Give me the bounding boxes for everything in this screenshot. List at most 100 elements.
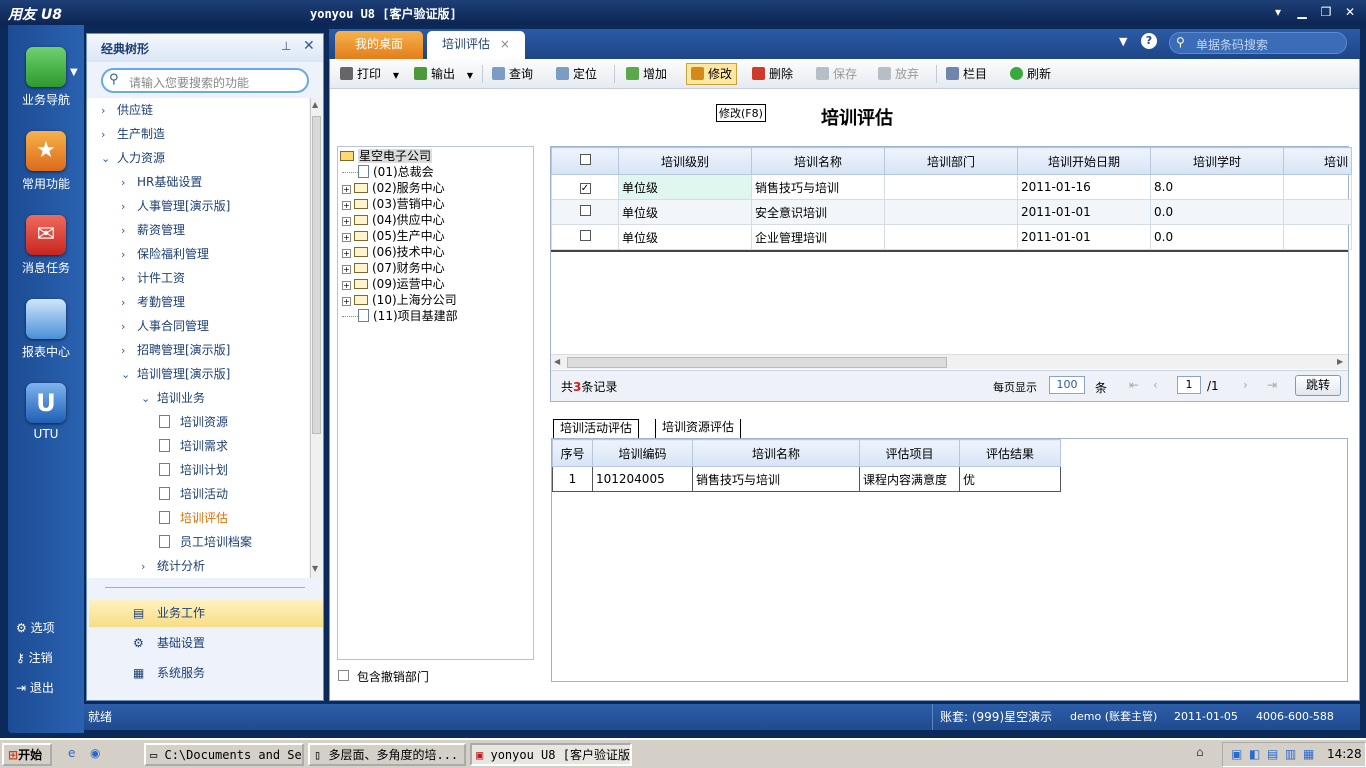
- scroll-down-icon[interactable]: ▼: [312, 564, 321, 573]
- chevron-down-icon[interactable]: ▼: [70, 67, 78, 78]
- table-cell[interactable]: 企业管理培训: [751, 224, 885, 250]
- table-cell[interactable]: 2011-01-01: [1017, 224, 1151, 250]
- table-cell[interactable]: 101204005: [592, 466, 693, 492]
- table-row[interactable]: 单位级 安全意识培训 2011-01-01 0.0: [551, 199, 1352, 225]
- export-button[interactable]: 输出 ▼: [414, 66, 473, 84]
- org-node[interactable]: + (04)供应中心: [342, 212, 445, 228]
- org-node[interactable]: (11)项目基建部: [342, 308, 458, 324]
- column-header[interactable]: 培训级别: [618, 147, 752, 175]
- org-root[interactable]: 星空电子公司: [340, 148, 433, 164]
- delete-button[interactable]: 删除: [752, 66, 793, 84]
- scroll-thumb[interactable]: [312, 116, 321, 434]
- expand-plus-icon[interactable]: +: [342, 265, 351, 274]
- tree-item[interactable]: › 生产制造: [101, 122, 165, 146]
- column-header[interactable]: 培训编码: [592, 439, 693, 467]
- taskbar-u8[interactable]: ▣ yonyou U8 [客户验证版]: [470, 743, 632, 766]
- tree-item[interactable]: › 薪资管理: [121, 218, 185, 242]
- tree-item[interactable]: › 考勤管理: [121, 290, 185, 314]
- row-select-cell[interactable]: ✓: [551, 174, 619, 200]
- select-all-header[interactable]: [551, 147, 619, 175]
- horizontal-scrollbar[interactable]: ◀ ▶: [551, 354, 1348, 369]
- first-page-icon[interactable]: ⇤: [1129, 378, 1139, 392]
- tree-item[interactable]: ⌄ 人力资源: [101, 146, 165, 170]
- logout-button[interactable]: ⚷ 注销: [16, 649, 53, 666]
- group-business-work[interactable]: ▤ 业务工作: [89, 599, 323, 627]
- expand-plus-icon[interactable]: +: [342, 281, 351, 290]
- table-cell[interactable]: [884, 224, 1018, 250]
- org-node[interactable]: + (09)运营中心: [342, 276, 445, 292]
- tree-item[interactable]: › 招聘管理[演示版]: [121, 338, 230, 362]
- refresh-button[interactable]: 刷新: [1010, 66, 1051, 84]
- ie-icon[interactable]: e: [68, 746, 75, 760]
- table-cell[interactable]: 课程内容满意度: [859, 466, 960, 492]
- tree-item[interactable]: ⌄ 培训管理[演示版]: [121, 362, 230, 386]
- include-cancelled-checkbox[interactable]: 包含撤销部门: [338, 668, 429, 685]
- tray-network-icon[interactable]: ▣: [1231, 747, 1242, 761]
- org-node[interactable]: + (05)生产中心: [342, 228, 445, 244]
- chevron-down-icon[interactable]: ▼: [467, 71, 473, 80]
- minimize-button[interactable]: ▁: [1292, 3, 1312, 21]
- table-cell[interactable]: 0.0: [1150, 224, 1284, 250]
- nav-reports[interactable]: 报表中心: [8, 299, 84, 360]
- row-checkbox[interactable]: [579, 205, 591, 216]
- tree-item[interactable]: 培训评估: [159, 506, 228, 530]
- table-row[interactable]: ✓ 单位级 销售技巧与培训 2011-01-16 8.0: [551, 174, 1352, 200]
- column-header[interactable]: 培训部门: [884, 147, 1018, 175]
- jump-button[interactable]: 跳转: [1295, 375, 1341, 396]
- nav-utu[interactable]: U UTU: [8, 383, 84, 441]
- table-cell[interactable]: 2011-01-01: [1017, 199, 1151, 225]
- taskbar-document[interactable]: ▯ 多层面、多角度的培...: [308, 743, 466, 766]
- scroll-up-icon[interactable]: ▲: [312, 100, 321, 109]
- tab-activity-evaluation[interactable]: 培训活动评估: [553, 419, 640, 438]
- row-select-cell[interactable]: [551, 224, 619, 250]
- tray-vm-icon[interactable]: ▦: [1303, 747, 1314, 761]
- tab-desktop[interactable]: 我的桌面: [335, 31, 423, 59]
- table-cell[interactable]: 销售技巧与培训: [692, 466, 860, 492]
- select-all-checkbox[interactable]: [579, 154, 591, 165]
- tray-volume-icon[interactable]: ◧: [1249, 747, 1260, 761]
- tree-item[interactable]: ⌄ 培训业务: [141, 386, 205, 410]
- tab-resource-evaluation[interactable]: 培训资源评估: [655, 419, 742, 438]
- table-cell[interactable]: 安全意识培训: [751, 199, 885, 225]
- table-cell[interactable]: 单位级: [618, 199, 752, 225]
- table-cell[interactable]: 单位级: [618, 224, 752, 250]
- column-header[interactable]: 培训开始日期: [1017, 147, 1151, 175]
- tray-icon[interactable]: ⌂: [1196, 745, 1204, 759]
- group-basic-settings[interactable]: ⚙ 基础设置: [89, 629, 323, 657]
- column-header[interactable]: 培训: [1283, 147, 1352, 175]
- table-row[interactable]: 单位级 企业管理培训 2011-01-01 0.0: [551, 224, 1352, 250]
- table-cell[interactable]: [1283, 224, 1352, 250]
- chevron-down-icon[interactable]: ▼: [1119, 35, 1127, 48]
- tree-item[interactable]: › 保险福利管理: [121, 242, 209, 266]
- restore-button[interactable]: ❐: [1316, 3, 1336, 21]
- tree-item[interactable]: › 计件工资: [121, 266, 185, 290]
- expand-plus-icon[interactable]: +: [342, 217, 351, 226]
- menu-arrow-icon[interactable]: ▾: [1268, 3, 1288, 21]
- org-node[interactable]: + (02)服务中心: [342, 180, 445, 196]
- column-header[interactable]: 培训学时: [1150, 147, 1284, 175]
- next-page-icon[interactable]: ›: [1243, 378, 1248, 392]
- page-input[interactable]: 1: [1177, 376, 1201, 394]
- table-cell[interactable]: 8.0: [1150, 174, 1284, 200]
- tray-security-icon[interactable]: ▥: [1285, 747, 1296, 761]
- query-button[interactable]: 查询: [492, 66, 533, 84]
- tray-app-icon[interactable]: ▤: [1267, 747, 1278, 761]
- tree-item[interactable]: › 人事合同管理: [121, 314, 209, 338]
- per-page-input[interactable]: 100: [1049, 376, 1085, 394]
- table-cell[interactable]: 优: [959, 466, 1061, 492]
- expand-plus-icon[interactable]: +: [342, 201, 351, 210]
- scroll-left-icon[interactable]: ◀: [554, 357, 560, 366]
- table-cell[interactable]: [884, 174, 1018, 200]
- org-node[interactable]: + (10)上海分公司: [342, 292, 457, 308]
- discard-button[interactable]: 放弃: [878, 66, 919, 84]
- exit-button[interactable]: ⇥ 退出: [16, 679, 54, 696]
- locate-button[interactable]: 定位: [556, 66, 597, 84]
- options-button[interactable]: ⚙ 选项: [16, 619, 55, 636]
- table-cell[interactable]: [1283, 199, 1352, 225]
- row-checkbox[interactable]: ✓: [579, 183, 591, 194]
- prev-page-icon[interactable]: ‹: [1153, 378, 1158, 392]
- nav-favorites[interactable]: ★ 常用功能: [8, 131, 84, 192]
- tab-close-icon[interactable]: ×: [500, 37, 510, 51]
- row-select-cell[interactable]: [551, 199, 619, 225]
- function-search-input[interactable]: ⚲ 请输入您要搜索的功能: [101, 68, 309, 93]
